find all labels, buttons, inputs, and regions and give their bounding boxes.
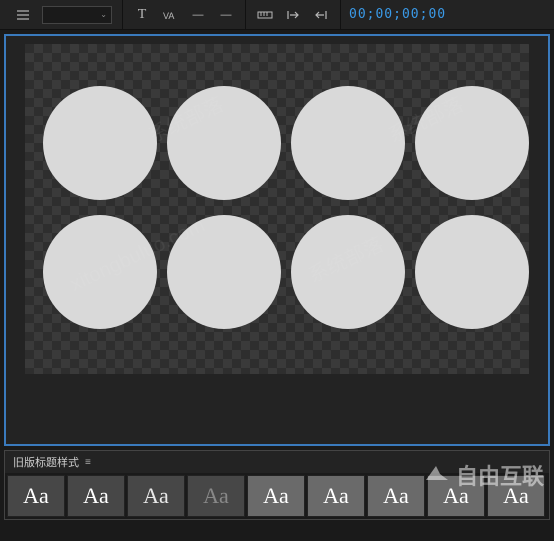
title-style-swatch[interactable]: Aa	[127, 475, 185, 517]
svg-text:VA: VA	[163, 11, 174, 21]
title-style-swatch[interactable]: Aa	[7, 475, 65, 517]
title-style-swatch[interactable]: Aa	[187, 475, 245, 517]
circle-shape[interactable]	[43, 215, 157, 329]
title-style-swatch[interactable]: Aa	[307, 475, 365, 517]
toolbar-group-align	[246, 0, 341, 29]
shape-grid	[43, 86, 529, 329]
title-style-swatch[interactable]: Aa	[67, 475, 125, 517]
preview-panel: 系统部落 系统部落 xitongbuluo.com 系统部落	[4, 34, 550, 446]
leading-minus-icon[interactable]: —	[213, 5, 239, 25]
toolbar-group-left: ⌄	[4, 0, 123, 29]
circle-shape[interactable]	[291, 86, 405, 200]
title-style-swatch[interactable]: Aa	[367, 475, 425, 517]
circle-shape[interactable]	[291, 215, 405, 329]
styles-panel-title: 旧版标题样式	[13, 454, 79, 470]
title-style-swatch[interactable]: Aa	[247, 475, 305, 517]
styles-panel-header: 旧版标题样式 ≡	[5, 451, 549, 473]
ruler-icon[interactable]	[252, 5, 278, 25]
font-dropdown[interactable]: ⌄	[42, 6, 112, 24]
text-size-icon[interactable]: T	[129, 5, 155, 25]
timecode-display[interactable]: 00;00;00;00	[341, 7, 446, 22]
circle-shape[interactable]	[43, 86, 157, 200]
canvas-area[interactable]: 系统部落 系统部落 xitongbuluo.com 系统部落	[25, 44, 529, 374]
toolbar-group-text: T VA — —	[123, 0, 246, 29]
kerning-icon[interactable]: VA	[157, 5, 183, 25]
tab-left-icon[interactable]	[280, 5, 306, 25]
circle-shape[interactable]	[415, 86, 529, 200]
title-style-swatch[interactable]: Aa	[487, 475, 545, 517]
panel-menu-icon[interactable]: ≡	[85, 457, 91, 468]
top-toolbar: ⌄ T VA — — 00;00;00;00	[0, 0, 554, 30]
styles-grid: Aa Aa Aa Aa Aa Aa Aa Aa Aa	[5, 473, 549, 519]
tab-right-icon[interactable]	[308, 5, 334, 25]
title-style-swatch[interactable]: Aa	[427, 475, 485, 517]
tracking-minus-icon[interactable]: —	[185, 5, 211, 25]
chevron-down-icon: ⌄	[100, 10, 107, 19]
circle-shape[interactable]	[167, 215, 281, 329]
circle-shape[interactable]	[167, 86, 281, 200]
styles-panel: 旧版标题样式 ≡ Aa Aa Aa Aa Aa Aa Aa Aa Aa	[4, 450, 550, 520]
list-icon[interactable]	[10, 5, 36, 25]
circle-shape[interactable]	[415, 215, 529, 329]
